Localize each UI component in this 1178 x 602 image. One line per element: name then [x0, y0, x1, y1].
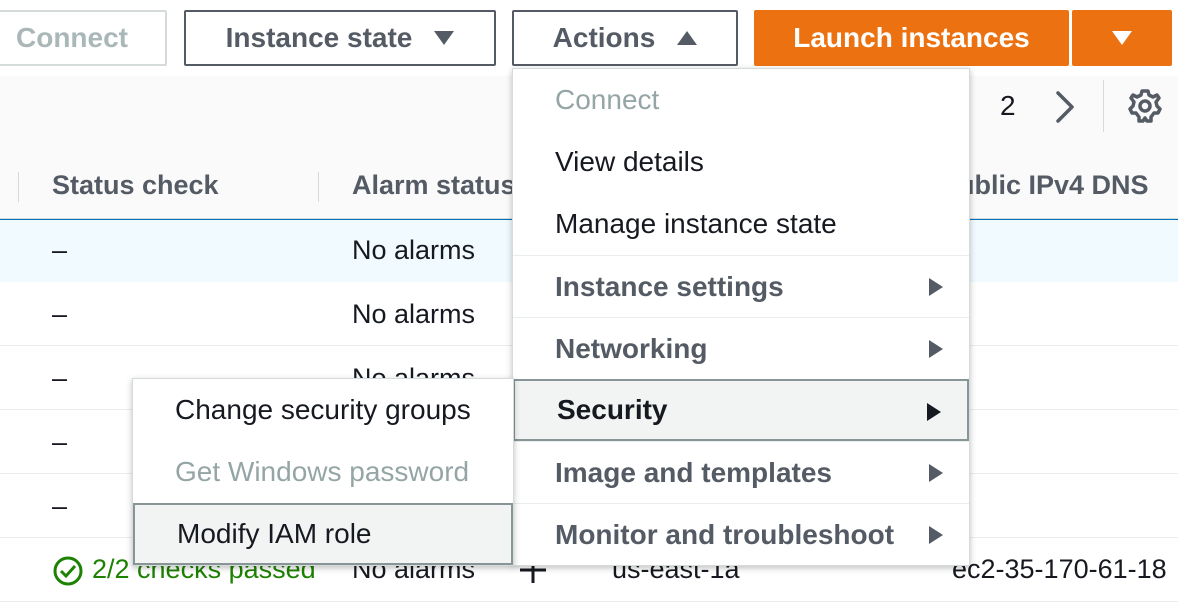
menu-item-label: Monitor and troubleshoot [555, 518, 895, 550]
instance-state-label: Instance state [225, 22, 413, 53]
menu-item-connect: Connect [513, 69, 969, 131]
column-divider [318, 172, 319, 202]
check-circle-icon [53, 556, 83, 586]
divider [1103, 80, 1104, 132]
actions-label: Actions [552, 22, 656, 53]
menu-item-label: Instance settings [555, 270, 784, 302]
caret-down-icon [1112, 31, 1132, 45]
actions-button[interactable]: Actions [512, 10, 738, 66]
column-header-alarm-status[interactable]: Alarm status [352, 170, 516, 201]
menu-item-view-details[interactable]: View details [513, 131, 969, 193]
alarm-status-cell: No alarms [352, 299, 476, 329]
security-submenu: Change security groups Get Windows passw… [132, 378, 514, 566]
menu-item-label: Networking [555, 332, 708, 364]
column-divider [18, 172, 19, 202]
caret-right-icon [929, 464, 943, 482]
status-check-cell: – [52, 491, 68, 521]
status-check-cell: – [52, 363, 68, 393]
menu-item-label: View details [555, 146, 704, 177]
caret-up-icon [677, 31, 698, 45]
menu-item-manage-instance-state[interactable]: Manage instance state [513, 193, 969, 255]
menu-item-security[interactable]: Security [513, 379, 969, 441]
menu-item-label: Change security groups [175, 394, 471, 425]
page-number[interactable]: 2 [1000, 90, 1016, 122]
menu-item-label: Modify IAM role [177, 518, 372, 549]
caret-right-icon [927, 403, 941, 421]
menu-item-monitor-and-troubleshoot[interactable]: Monitor and troubleshoot [513, 503, 969, 565]
toolbar: Connect Instance state Actions Launch in… [0, 0, 1178, 76]
menu-item-modify-iam-role[interactable]: Modify IAM role [133, 503, 513, 565]
public-dns-cell: ec2-35-170-61-18 [952, 554, 1167, 584]
connect-button[interactable]: Connect [0, 10, 167, 66]
status-check-cell: – [52, 299, 68, 329]
caret-down-icon [434, 31, 455, 45]
launch-instances-button[interactable]: Launch instances [754, 10, 1069, 66]
menu-item-label: Security [557, 394, 668, 425]
connect-label: Connect [16, 22, 128, 53]
menu-item-label: Image and templates [555, 456, 832, 488]
menu-item-image-and-templates[interactable]: Image and templates [513, 441, 969, 503]
actions-menu: Connect View details Manage instance sta… [512, 68, 970, 566]
menu-item-label: Manage instance state [555, 208, 837, 239]
caret-right-icon [929, 278, 943, 296]
column-header-status-check[interactable]: Status check [52, 170, 219, 201]
caret-right-icon [929, 340, 943, 358]
column-header-public-ipv4-dns[interactable]: ublic IPv4 DNS [958, 170, 1149, 201]
menu-item-get-windows-password: Get Windows password [133, 441, 513, 503]
alarm-status-cell: No alarms [352, 235, 476, 265]
menu-item-label: Connect [555, 84, 660, 115]
menu-item-instance-settings[interactable]: Instance settings [513, 255, 969, 317]
instance-state-button[interactable]: Instance state [184, 10, 496, 66]
menu-item-networking[interactable]: Networking [513, 317, 969, 379]
caret-right-icon [929, 526, 943, 544]
menu-item-change-security-groups[interactable]: Change security groups [133, 379, 513, 441]
status-check-cell: – [52, 427, 68, 457]
status-check-cell: – [52, 235, 68, 265]
launch-dropdown-button[interactable] [1072, 10, 1172, 66]
chevron-right-icon[interactable] [1050, 90, 1080, 124]
gear-icon[interactable] [1127, 88, 1163, 124]
menu-item-label: Get Windows password [175, 456, 470, 487]
launch-instances-label: Launch instances [793, 22, 1030, 53]
